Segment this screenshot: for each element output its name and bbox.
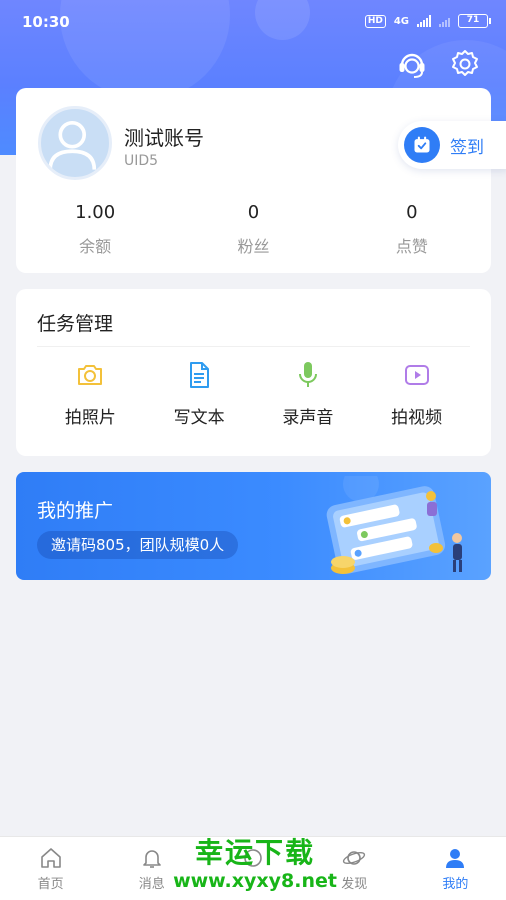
stat-value: 0: [247, 202, 260, 223]
task-label: 录声音: [282, 408, 334, 428]
center-icon: [244, 849, 262, 867]
tab-label: 我的: [442, 877, 469, 892]
calendar-check-icon: [404, 127, 440, 163]
profile-card: 测试账号 UID5 1.00 余额 0 粉丝 0 点赞: [16, 88, 491, 273]
task-record-video[interactable]: 拍视频: [362, 359, 471, 428]
stat-likes[interactable]: 0 点赞: [333, 202, 491, 257]
stat-label: 粉丝: [237, 237, 270, 256]
promo-title: 我的推广: [37, 500, 114, 522]
signal-icon: [417, 15, 431, 27]
home-icon: [40, 848, 61, 868]
microphone-icon: [298, 362, 317, 387]
promotion-banner[interactable]: 我的推广 邀请码805，团队规模0人: [16, 472, 491, 580]
stat-label: 余额: [79, 237, 112, 256]
bottom-tab-bar: 首页 消息 发现 我的: [0, 836, 506, 900]
camera-icon: [78, 365, 103, 385]
task-take-photo[interactable]: 拍照片: [36, 359, 145, 428]
battery-icon: 71: [458, 14, 491, 28]
bell-icon: [142, 850, 161, 868]
task-label: 拍照片: [64, 408, 116, 428]
user-uid: UID5: [124, 153, 159, 169]
task-label: 拍视频: [391, 408, 443, 428]
tab-label: 首页: [37, 877, 64, 892]
status-icons: HD 4G 71: [364, 14, 491, 28]
task-label: 写文本: [173, 408, 225, 428]
stat-balance[interactable]: 1.00 余额: [16, 202, 174, 257]
task-card: 任务管理 拍照片 写文本 录声音 拍视频: [16, 289, 491, 456]
gear-icon[interactable]: [449, 48, 481, 80]
stat-label: 点赞: [395, 237, 428, 256]
task-record-audio[interactable]: 录声音: [254, 359, 363, 428]
tab-home[interactable]: 首页: [0, 837, 101, 900]
status-time: 10:30: [22, 13, 70, 31]
checkin-label: 签到: [450, 137, 484, 158]
avatar[interactable]: [38, 106, 112, 180]
tab-center[interactable]: [202, 837, 303, 900]
invite-info-pill: 邀请码805，团队规模0人: [37, 531, 239, 559]
tab-discover[interactable]: 发现: [304, 837, 405, 900]
planet-icon: [343, 851, 366, 865]
document-icon: [190, 362, 210, 388]
hd-icon: HD: [364, 14, 386, 28]
stat-fans[interactable]: 0 粉丝: [174, 202, 332, 257]
task-write-text[interactable]: 写文本: [145, 359, 254, 428]
tab-messages[interactable]: 消息: [101, 837, 202, 900]
user-icon: [446, 849, 465, 868]
task-items: 拍照片 写文本 录声音 拍视频: [36, 359, 471, 428]
user-placeholder-icon: [48, 120, 97, 170]
signal-icon-secondary: [439, 15, 450, 27]
stat-value: 1.00: [75, 202, 116, 223]
stat-value: 0: [406, 202, 418, 223]
tab-label: 发现: [341, 877, 368, 892]
divider: [37, 346, 470, 347]
status-bar: 10:30 HD 4G 71: [0, 0, 506, 44]
username: 测试账号: [124, 126, 204, 150]
video-icon: [404, 365, 429, 385]
task-section-title: 任务管理: [37, 313, 114, 335]
customer-service-icon[interactable]: [396, 48, 428, 80]
profile-stats: 1.00 余额 0 粉丝 0 点赞: [16, 202, 491, 257]
tab-label: 消息: [138, 877, 165, 892]
checkin-button[interactable]: 签到: [398, 121, 506, 169]
tab-profile[interactable]: 我的: [405, 837, 506, 900]
promotion-illustration: [326, 476, 462, 574]
network-label: 4G: [393, 15, 409, 27]
